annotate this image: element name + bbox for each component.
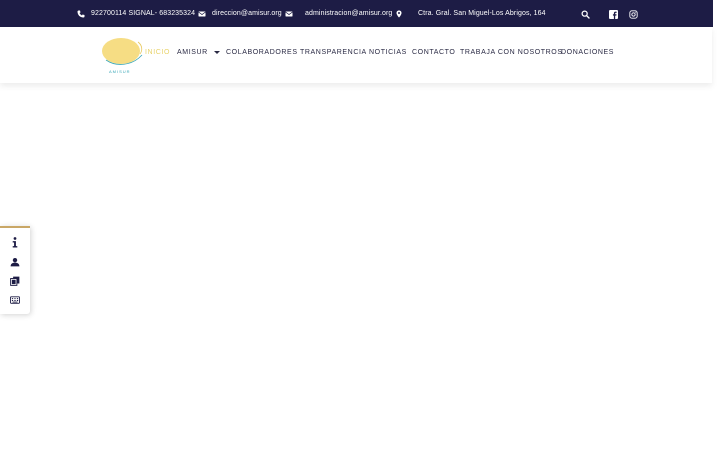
phone-icon xyxy=(77,10,85,18)
nav-amisur[interactable]: AMISUR xyxy=(177,49,220,56)
instagram-link[interactable] xyxy=(629,0,638,27)
envelope-icon xyxy=(285,10,293,18)
nav-contacto[interactable]: CONTACTO xyxy=(412,49,455,56)
nav-colaboradores[interactable]: COLABORADORES xyxy=(226,49,298,56)
chevron-down-icon xyxy=(213,50,220,54)
user-icon xyxy=(10,257,19,266)
nav-donaciones[interactable]: DONACIONES xyxy=(561,49,614,56)
instagram-icon xyxy=(629,9,638,19)
phone-contact[interactable]: 922700114 SIGNAL- 683235324 xyxy=(77,0,206,27)
nav-amisur-label: AMISUR xyxy=(177,49,208,56)
email-direccion[interactable]: direccion@amisur.org xyxy=(212,0,293,27)
documents-button[interactable] xyxy=(8,274,21,287)
logo-text: AMISUR xyxy=(109,69,131,74)
site-header: AMISUR INICIO AMISUR COLABORADORES TRANS… xyxy=(0,27,712,83)
address-text: Ctra. Gral. San Miguel-Los Abrigos, 164 xyxy=(418,10,546,17)
email-direccion-text: direccion@amisur.org xyxy=(212,10,282,17)
nav-transparencia[interactable]: TRANSPARENCIA xyxy=(300,49,367,56)
email-administracion-text: administracion@amisur.org xyxy=(305,10,393,17)
logo-mark xyxy=(102,38,143,65)
search-icon xyxy=(581,10,590,19)
keyboard-button[interactable] xyxy=(8,293,21,306)
nav-trabaja-con-nosotros[interactable]: TRABAJA CON NOSOTROS xyxy=(460,49,563,56)
documents-icon xyxy=(9,276,19,286)
page: 922700114 SIGNAL- 683235324 direccion@am… xyxy=(0,0,720,450)
top-contact-bar: 922700114 SIGNAL- 683235324 direccion@am… xyxy=(0,0,713,27)
info-button[interactable] xyxy=(8,236,21,249)
facebook-icon xyxy=(609,9,618,19)
nav-inicio[interactable]: INICIO xyxy=(145,49,170,56)
phone-text: 922700114 SIGNAL- 683235324 xyxy=(91,10,196,17)
address[interactable]: Ctra. Gral. San Miguel-Los Abrigos, 164 xyxy=(418,0,546,27)
map-marker-icon xyxy=(395,10,403,18)
side-widget xyxy=(0,226,30,314)
search-button[interactable] xyxy=(581,0,590,27)
facebook-link[interactable] xyxy=(609,0,618,27)
nav-noticias[interactable]: NOTICIAS xyxy=(369,49,407,56)
info-icon xyxy=(12,237,17,248)
envelope-icon xyxy=(198,10,206,18)
keyboard-icon xyxy=(9,295,20,304)
user-button[interactable] xyxy=(8,255,21,268)
email-administracion[interactable]: administracion@amisur.org xyxy=(305,0,403,27)
